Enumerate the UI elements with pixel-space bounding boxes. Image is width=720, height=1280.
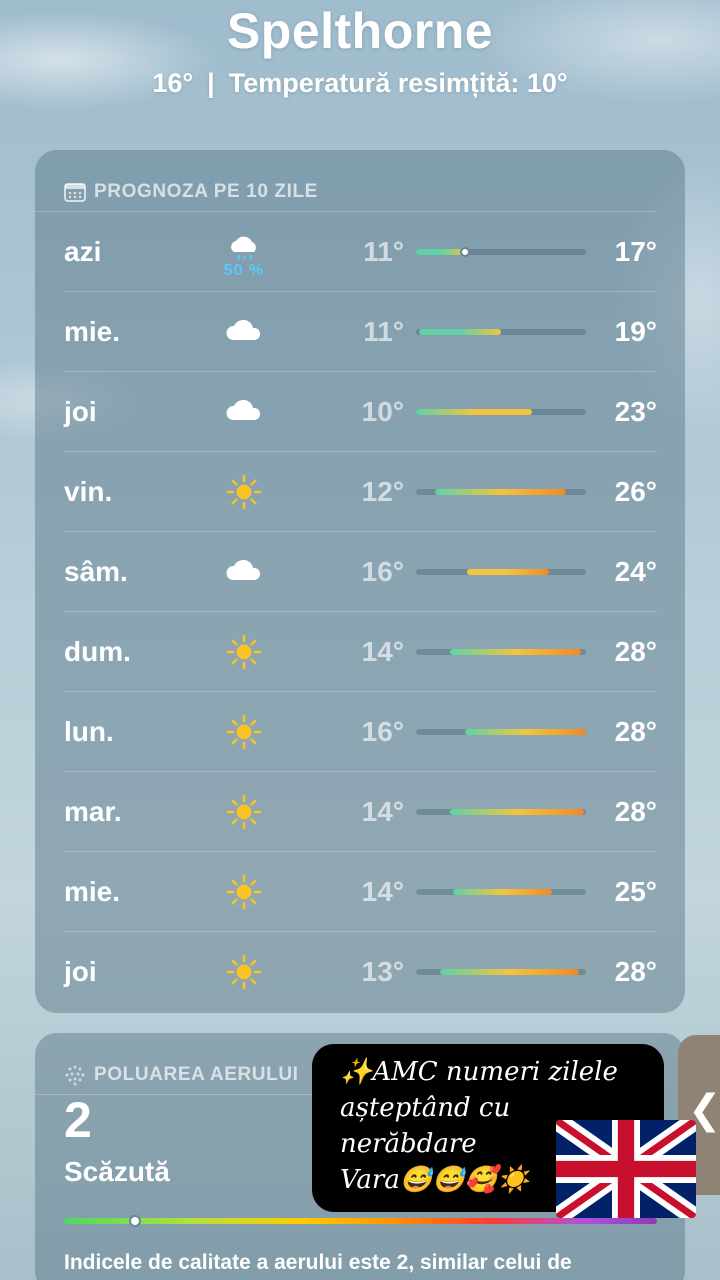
day-label: azi: [64, 236, 102, 267]
air-quality-icon: [65, 1065, 85, 1085]
temperature-range-bar: [416, 809, 586, 815]
day-label: dum.: [64, 636, 131, 667]
high-temperature: 24°: [614, 556, 657, 587]
day-label: joi: [64, 396, 97, 427]
day-label: joi: [64, 956, 97, 987]
forecast-row[interactable]: sâm. 16° 24°: [64, 532, 657, 612]
temperature-range-fill: [450, 649, 581, 655]
current-temperature: 16°: [152, 68, 194, 98]
cloud-icon: [224, 392, 264, 432]
forecast-rows: azi 50 % 11° 17° mie. 11° 19° joi 10° 23° vin. 12° 2…: [64, 212, 657, 1012]
high-temperature: 26°: [614, 476, 657, 507]
feels-like: Temperatură resimțită: 10°: [228, 68, 568, 98]
forecast-row[interactable]: joi 13° 28°: [64, 932, 657, 1012]
forecast-row[interactable]: mie. 14° 25°: [64, 852, 657, 932]
high-temperature: 28°: [614, 636, 657, 667]
high-temperature: 19°: [614, 316, 657, 347]
sun-icon: [224, 712, 264, 752]
forecast-row[interactable]: mie. 11° 19°: [64, 292, 657, 372]
forecast-header: PROGNOZA PE 10 ZILE: [35, 150, 656, 212]
temperature-range-bar: [416, 889, 586, 895]
temperature-range-fill: [450, 809, 585, 815]
caption-line: ✨AMC numeri zilele: [340, 1057, 618, 1087]
forecast-row[interactable]: lun. 16° 28°: [64, 692, 657, 772]
day-label: sâm.: [64, 556, 128, 587]
low-temperature: 12°: [361, 476, 404, 507]
sun-icon: [224, 872, 264, 912]
precipitation-chance: 50 %: [223, 262, 265, 279]
separator: |: [207, 68, 215, 98]
day-label: lun.: [64, 716, 114, 747]
cloud-icon: [224, 552, 264, 592]
sun-icon: [224, 952, 264, 992]
temperature-range-fill: [416, 409, 532, 415]
high-temperature: 23°: [614, 396, 657, 427]
low-temperature: 13°: [361, 956, 404, 987]
high-temperature: 28°: [614, 716, 657, 747]
forecast-row[interactable]: joi 10° 23°: [64, 372, 657, 452]
air-quality-title: POLUAREA AERULUI: [94, 1063, 299, 1085]
low-temperature: 11°: [363, 236, 404, 267]
aqi-indicator: [129, 1215, 142, 1227]
temperature-range-fill: [453, 889, 552, 895]
location-header: Spelthorne 16° | Temperatură resimțită: 10…: [0, 0, 720, 99]
calendar-icon: [64, 182, 86, 202]
city-name: Spelthorne: [226, 3, 494, 59]
day-label: mie.: [64, 316, 121, 347]
forecast-row[interactable]: vin. 12° 26°: [64, 452, 657, 532]
temperature-range-bar: [416, 329, 586, 335]
temperature-range-bar: [416, 969, 586, 975]
temperature-range-fill: [439, 969, 580, 975]
forecast-title: PROGNOZA PE 10 ZILE: [94, 180, 318, 202]
sun-icon: [224, 792, 264, 832]
temperature-range-bar: [416, 489, 586, 495]
day-label: mie.: [64, 876, 121, 907]
low-temperature: 11°: [363, 316, 404, 347]
forecast-row[interactable]: dum. 14° 28°: [64, 612, 657, 692]
uk-flag: [556, 1120, 696, 1218]
temperature-range-bar: [416, 649, 586, 655]
aqi-scale-bar: [64, 1215, 657, 1227]
sun-icon: [224, 632, 264, 672]
high-temperature: 25°: [614, 876, 657, 907]
day-label: vin.: [64, 476, 113, 507]
temperature-range-bar: [416, 729, 586, 735]
forecast-row[interactable]: azi 50 % 11° 17°: [64, 212, 657, 292]
cloud-icon: [224, 312, 264, 352]
low-temperature: 14°: [361, 636, 404, 667]
low-temperature: 14°: [361, 876, 404, 907]
sun-icon: [224, 472, 264, 512]
temperature-range-bar: [416, 409, 586, 415]
low-temperature: 10°: [361, 396, 404, 427]
current-temperature-marker: [460, 247, 471, 257]
temperature-summary: 16° | Temperatură resimțită: 10°: [0, 68, 720, 99]
forecast-row[interactable]: mar. 14° 28°: [64, 772, 657, 852]
day-label: mar.: [64, 796, 122, 827]
high-temperature: 28°: [614, 796, 657, 827]
aqi-value: 2: [64, 1092, 92, 1148]
high-temperature: 17°: [614, 236, 657, 267]
aqi-description: Indicele de calitate a aerului este 2, s…: [64, 1251, 572, 1274]
temperature-range-bar: [416, 247, 586, 257]
low-temperature: 16°: [361, 556, 404, 587]
ten-day-forecast-card[interactable]: PROGNOZA PE 10 ZILE azi 50 % 11° 17° mie. 11°…: [35, 150, 685, 1013]
temperature-range-fill: [467, 569, 549, 575]
temperature-range-fill: [434, 489, 566, 495]
aqi-level: Scăzută: [64, 1156, 170, 1187]
temperature-range-bar: [416, 569, 586, 575]
temperature-range-fill: [419, 329, 501, 335]
low-temperature: 16°: [361, 716, 404, 747]
temperature-range-fill: [465, 729, 586, 735]
low-temperature: 14°: [361, 796, 404, 827]
high-temperature: 28°: [614, 956, 657, 987]
